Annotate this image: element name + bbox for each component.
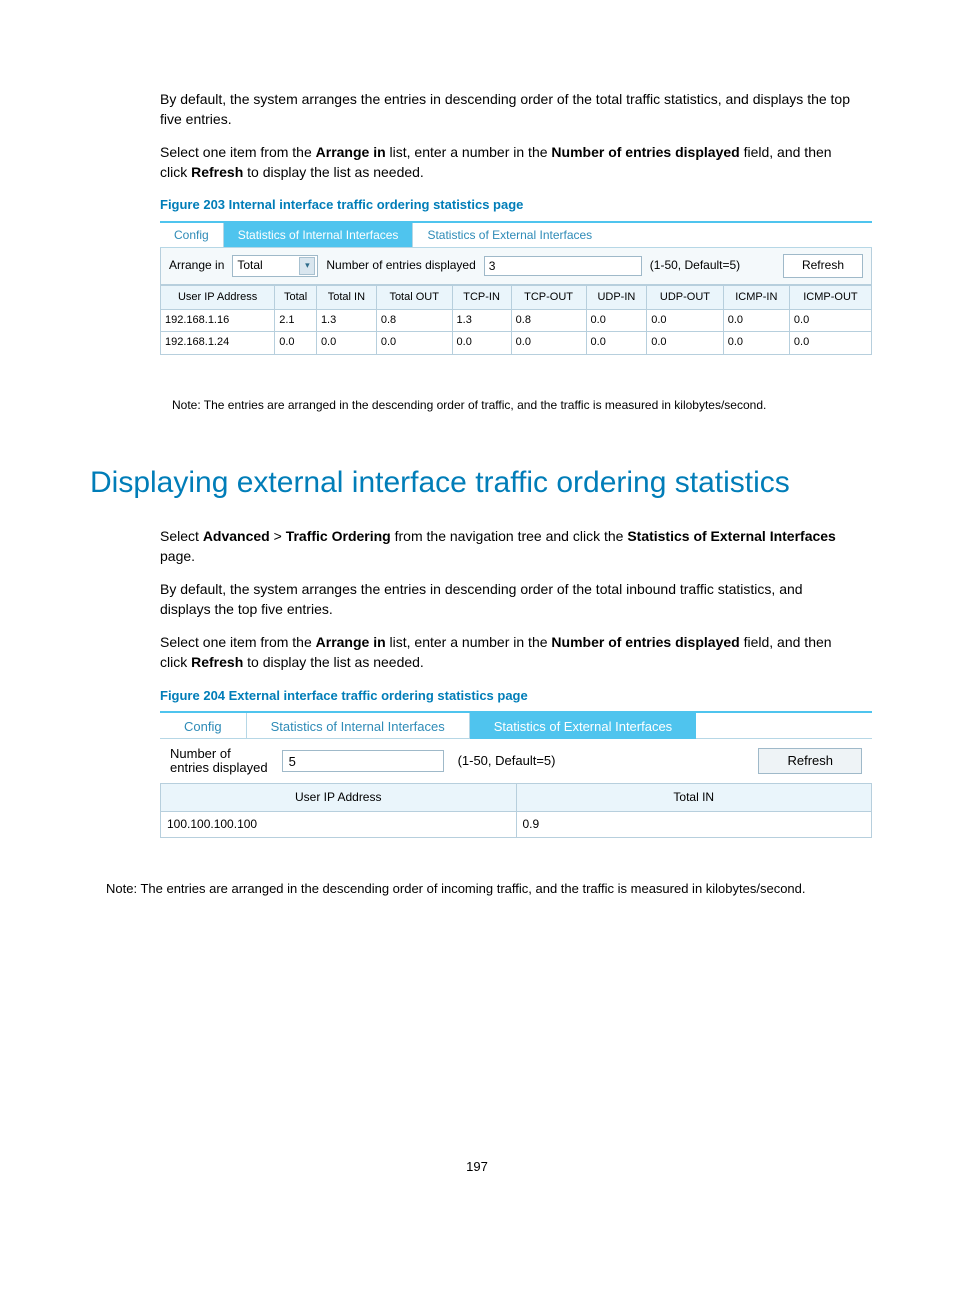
ext-p2: By default, the system arranges the entr…	[160, 580, 854, 619]
tab-stats-external[interactable]: Statistics of External Interfaces	[470, 713, 696, 739]
tab-stats-external[interactable]: Statistics of External Interfaces	[413, 223, 606, 247]
arrange-in-label: Arrange in	[169, 257, 224, 274]
num-entries-label: Number of entries displayed	[170, 747, 268, 776]
col-icmp-in: ICMP-IN	[723, 285, 789, 309]
fig204-tabs: Config Statistics of Internal Interfaces…	[160, 711, 872, 739]
fig204-note: Note: The entries are arranged in the de…	[106, 880, 864, 898]
tab-stats-internal[interactable]: Statistics of Internal Interfaces	[247, 713, 470, 739]
fig204-controls: Number of entries displayed (1-50, Defau…	[160, 739, 872, 784]
fig203-table: User IP Address Total Total IN Total OUT…	[160, 285, 872, 355]
num-entries-hint: (1-50, Default=5)	[650, 257, 740, 274]
col-total-in: Total IN	[516, 784, 872, 812]
col-total: Total	[275, 285, 317, 309]
tab-stats-internal[interactable]: Statistics of Internal Interfaces	[224, 223, 414, 247]
page-number: 197	[90, 1158, 864, 1176]
col-udp-out: UDP-OUT	[647, 285, 723, 309]
ext-p1: Select Advanced > Traffic Ordering from …	[160, 527, 854, 566]
num-entries-input[interactable]	[484, 256, 642, 276]
num-entries-label: Number of entries displayed	[326, 257, 475, 274]
col-user-ip: User IP Address	[161, 285, 275, 309]
col-icmp-out: ICMP-OUT	[789, 285, 871, 309]
section-heading: Displaying external interface traffic or…	[90, 464, 864, 502]
fig203-tabs: Config Statistics of Internal Interfaces…	[160, 221, 872, 248]
num-entries-input[interactable]	[282, 750, 444, 772]
tab-config[interactable]: Config	[160, 223, 224, 247]
col-total-out: Total OUT	[376, 285, 452, 309]
col-udp-in: UDP-IN	[586, 285, 647, 309]
intro-p1: By default, the system arranges the entr…	[160, 90, 854, 129]
refresh-button[interactable]: Refresh	[758, 748, 862, 774]
num-entries-hint: (1-50, Default=5)	[458, 752, 556, 770]
ext-p3: Select one item from the Arrange in list…	[160, 633, 854, 672]
fig203-note: Note: The entries are arranged in the de…	[172, 397, 864, 414]
table-row: 100.100.100.100 0.9	[161, 812, 872, 838]
fig204-table: User IP Address Total IN 100.100.100.100…	[160, 783, 872, 838]
refresh-button[interactable]: Refresh	[783, 254, 863, 278]
tab-config[interactable]: Config	[160, 713, 247, 739]
col-total-in: Total IN	[316, 285, 376, 309]
figure-203: Config Statistics of Internal Interfaces…	[160, 221, 872, 355]
col-tcp-in: TCP-IN	[452, 285, 511, 309]
figure-204: Config Statistics of Internal Interfaces…	[160, 711, 872, 838]
figure-203-caption: Figure 203 Internal interface traffic or…	[160, 196, 864, 214]
arrange-in-select[interactable]: Total ▾	[232, 255, 318, 277]
intro-p2: Select one item from the Arrange in list…	[160, 143, 854, 182]
col-tcp-out: TCP-OUT	[511, 285, 586, 309]
table-row: 192.168.1.24 0.0 0.0 0.0 0.0 0.0 0.0 0.0…	[161, 332, 872, 354]
chevron-down-icon: ▾	[299, 257, 315, 275]
figure-204-caption: Figure 204 External interface traffic or…	[160, 687, 864, 705]
col-user-ip: User IP Address	[161, 784, 517, 812]
fig203-controls: Arrange in Total ▾ Number of entries dis…	[160, 248, 872, 285]
table-row: 192.168.1.16 2.1 1.3 0.8 1.3 0.8 0.0 0.0…	[161, 309, 872, 331]
